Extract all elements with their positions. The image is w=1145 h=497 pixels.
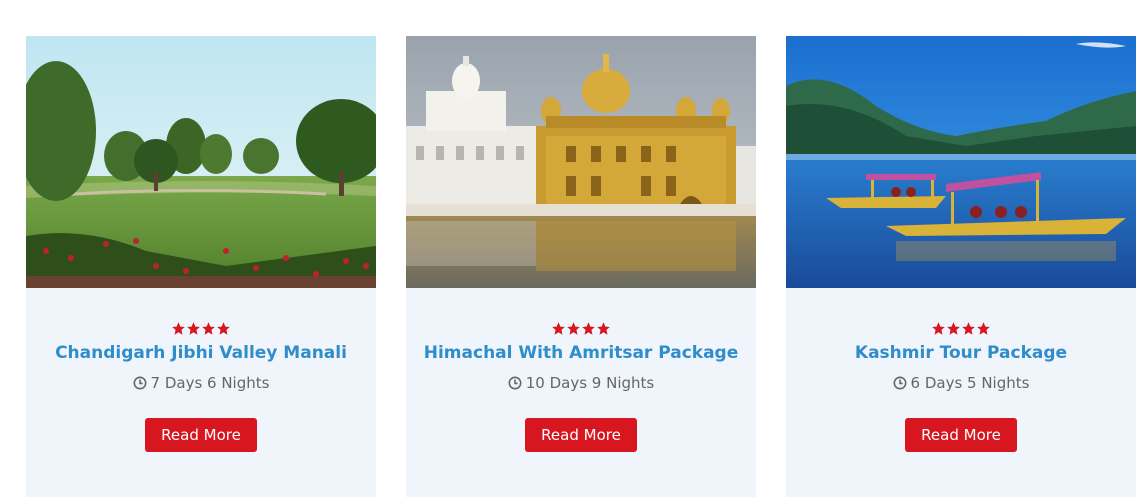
rating-stars [26,321,376,337]
rating-stars [406,321,756,337]
star-icon [947,322,960,335]
read-more-button[interactable]: Read More [525,418,637,452]
kashmir-lake-image[interactable] [786,36,1136,288]
star-icon [977,322,990,335]
package-duration: 6 Days 5 Nights [786,373,1136,393]
package-title[interactable]: Kashmir Tour Package [786,342,1136,364]
star-icon [187,322,200,335]
tour-packages-list: Chandigarh Jibhi Valley Manali 7 Days 6 … [26,36,1136,497]
read-more-button[interactable]: Read More [905,418,1017,452]
star-icon [202,322,215,335]
tour-card: Chandigarh Jibhi Valley Manali 7 Days 6 … [26,36,376,497]
duration-text: 7 Days 6 Nights [150,374,270,392]
star-icon [217,322,230,335]
package-title[interactable]: Himachal With Amritsar Package [406,342,756,364]
package-duration: 7 Days 6 Nights [26,373,376,393]
package-title[interactable]: Chandigarh Jibhi Valley Manali [26,342,376,364]
rating-stars [786,321,1136,337]
duration-text: 6 Days 5 Nights [910,374,1030,392]
tour-card: Himachal With Amritsar Package 10 Days 9… [406,36,756,497]
star-icon [962,322,975,335]
star-icon [567,322,580,335]
chandigarh-garden-image[interactable] [26,36,376,288]
duration-text: 10 Days 9 Nights [525,374,655,392]
clock-icon [893,376,906,390]
clock-icon [133,376,146,390]
star-icon [172,322,185,335]
star-icon [597,322,610,335]
star-icon [932,322,945,335]
package-duration: 10 Days 9 Nights [406,373,756,393]
golden-temple-image[interactable] [406,36,756,288]
tour-card: Kashmir Tour Package 6 Days 5 Nights Rea… [786,36,1136,497]
star-icon [552,322,565,335]
clock-icon [508,376,522,390]
read-more-button[interactable]: Read More [145,418,257,452]
star-icon [582,322,595,335]
